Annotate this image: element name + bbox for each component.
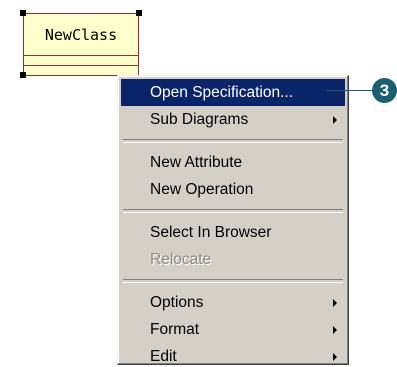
menu-item-label: Format <box>150 321 200 338</box>
selection-handle-bottom-left[interactable] <box>20 72 26 78</box>
class-name: NewClass <box>24 14 138 56</box>
menu-item-format[interactable]: Format <box>121 316 345 343</box>
menu-separator <box>123 209 343 213</box>
attributes-compartment <box>24 56 138 66</box>
menu-item-label: Edit <box>150 348 177 365</box>
callout-number-badge: 3 <box>372 78 397 103</box>
menu-item-label: New Attribute <box>150 154 243 171</box>
uml-class-box[interactable]: NewClass <box>23 13 139 76</box>
submenu-arrow-icon <box>333 353 337 361</box>
menu-item-label: Open Specification... <box>150 84 294 101</box>
menu-item-select-in-browser[interactable]: Select In Browser <box>121 219 345 246</box>
menu-item-label: Relocate <box>150 251 212 268</box>
menu-separator <box>123 279 343 283</box>
menu-separator <box>123 139 343 143</box>
menu-item-new-attribute[interactable]: New Attribute <box>121 149 345 176</box>
menu-item-open-specification[interactable]: Open Specification... <box>121 79 345 106</box>
submenu-arrow-icon <box>333 116 337 124</box>
context-menu: Open Specification... Sub Diagrams New A… <box>117 75 349 365</box>
submenu-arrow-icon <box>333 326 337 334</box>
menu-item-label: New Operation <box>150 181 254 198</box>
selection-handle-top-left[interactable] <box>20 10 26 16</box>
menu-item-label: Sub Diagrams <box>150 111 249 128</box>
menu-item-label: Select In Browser <box>150 224 272 241</box>
menu-item-label: Options <box>150 294 204 311</box>
callout-leader-line <box>326 90 378 91</box>
menu-item-edit[interactable]: Edit <box>121 343 345 367</box>
selection-handle-top-right[interactable] <box>136 10 142 16</box>
menu-item-relocate: Relocate <box>121 246 345 273</box>
menu-item-sub-diagrams[interactable]: Sub Diagrams <box>121 106 345 133</box>
menu-item-options[interactable]: Options <box>121 289 345 316</box>
menu-item-new-operation[interactable]: New Operation <box>121 176 345 203</box>
submenu-arrow-icon <box>333 299 337 307</box>
operations-compartment <box>24 66 138 75</box>
